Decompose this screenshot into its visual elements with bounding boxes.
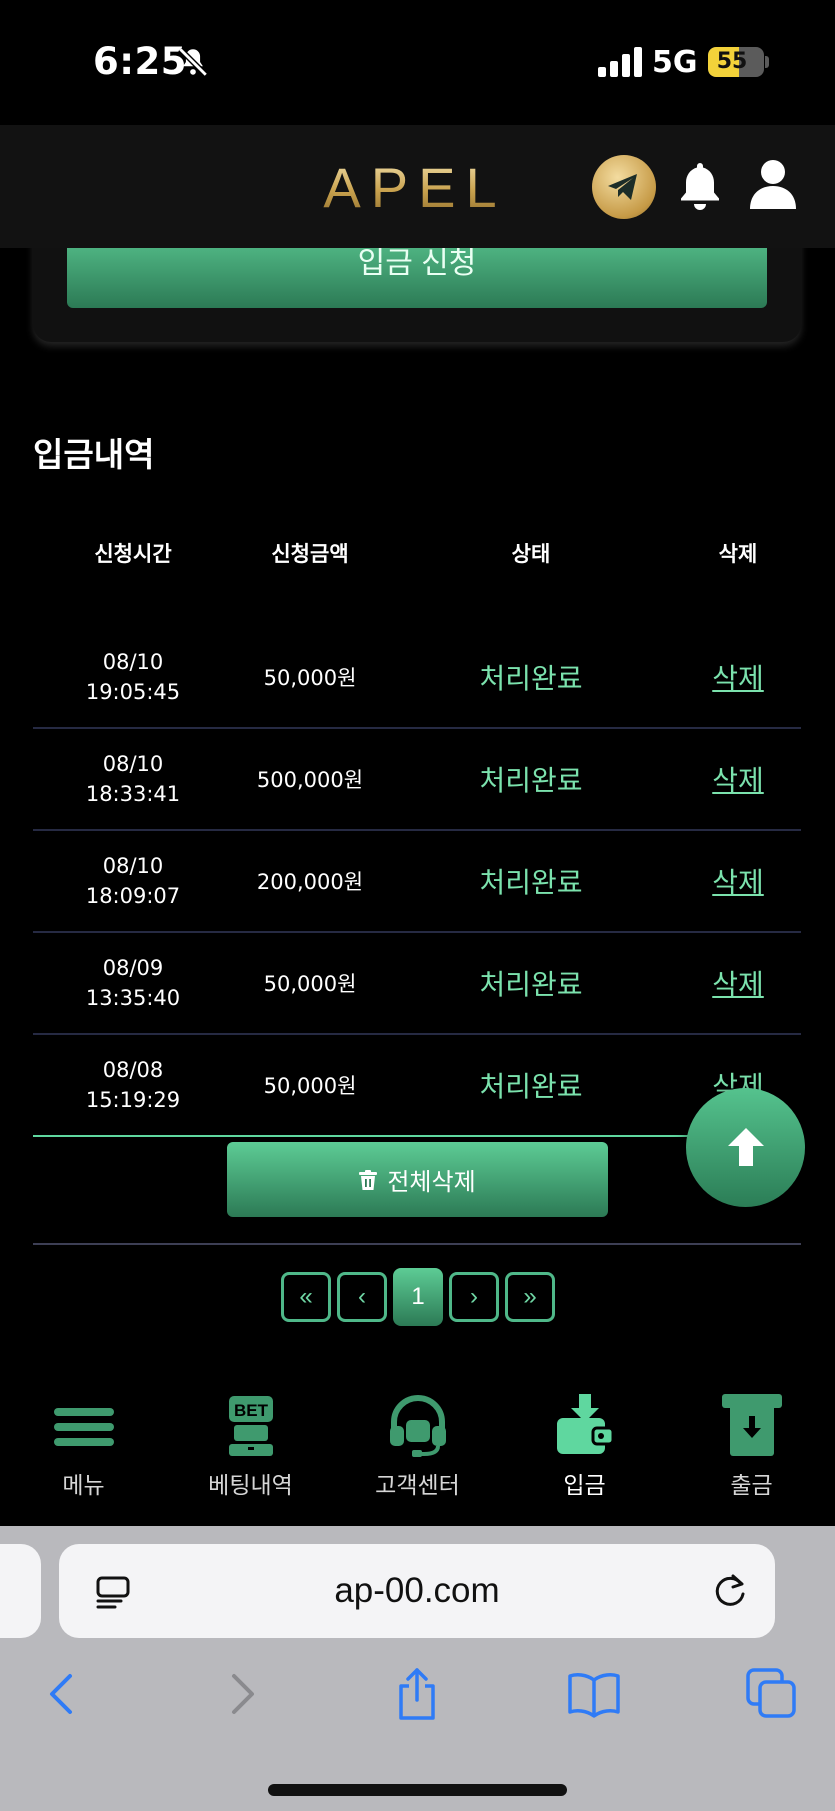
cell-time-text: 18:09:07 xyxy=(85,884,181,908)
cell-amount: 500,000원 xyxy=(256,768,364,792)
page-next-button[interactable]: › xyxy=(449,1272,499,1322)
status-bar: 6:25 5G 55 xyxy=(0,0,835,125)
cell-amount: 200,000원 xyxy=(256,870,364,894)
scroll-to-top-button[interactable] xyxy=(686,1088,805,1207)
forward-icon[interactable] xyxy=(214,1666,270,1722)
delete-link[interactable]: 삭제 xyxy=(675,861,801,901)
deposit-icon xyxy=(556,1394,614,1454)
battery-icon: 55 xyxy=(708,47,764,77)
bell-off-icon xyxy=(178,47,208,77)
nav-item-customer-center[interactable]: 고객센터 xyxy=(334,1378,501,1526)
network-label: 5G xyxy=(652,45,698,80)
delete-link[interactable]: 삭제 xyxy=(675,759,801,799)
telegram-button[interactable] xyxy=(592,155,656,219)
cell-time-text: 15:19:29 xyxy=(85,1088,181,1112)
nav-item-menu[interactable]: 메뉴 xyxy=(0,1378,167,1526)
battery-nub xyxy=(765,56,769,68)
table-row: 08/10 19:05:45 50,000원 처리완료 삭제 xyxy=(33,627,801,729)
cell-status: 처리완료 xyxy=(479,968,583,1001)
telegram-icon xyxy=(608,174,637,200)
svg-text:APEL: APEL xyxy=(323,156,506,215)
cell-amount: 50,000원 xyxy=(263,666,357,690)
cell-time: 08/10 19:05:45 xyxy=(33,647,233,707)
cell-amount: 50,000원 xyxy=(263,1074,357,1098)
nav-item-deposit[interactable]: 입금 xyxy=(501,1378,668,1526)
withdraw-icon xyxy=(721,1394,782,1456)
nav-label: 출금 xyxy=(730,1473,773,1499)
arrow-up-icon xyxy=(728,1128,764,1166)
bet-history-icon: BET xyxy=(228,1396,273,1456)
cell-status: 처리완료 xyxy=(479,1070,583,1103)
brand-logo[interactable]: APEL xyxy=(300,155,530,215)
cell-time-text: 18:33:41 xyxy=(85,782,181,806)
table-row: 08/09 13:35:40 50,000원 처리완료 삭제 xyxy=(33,933,801,1035)
user-profile-icon[interactable] xyxy=(748,159,798,211)
nav-label: 입금 xyxy=(563,1473,606,1499)
app-header: APEL xyxy=(0,125,835,248)
delete-link[interactable]: 삭제 xyxy=(675,963,801,1003)
signal-icon xyxy=(598,47,642,77)
nav-item-bet-history[interactable]: BET 베팅내역 xyxy=(167,1378,334,1526)
page-prev-button[interactable]: ‹ xyxy=(337,1272,387,1322)
cell-date-text: 08/10 xyxy=(102,650,164,674)
share-icon[interactable] xyxy=(389,1666,445,1722)
headset-icon xyxy=(389,1395,446,1457)
cell-time-text: 13:35:40 xyxy=(85,986,181,1010)
cell-date-text: 08/10 xyxy=(102,854,164,878)
browser-chrome: ap-00.com xyxy=(0,1526,835,1811)
table-body: 08/10 19:05:45 50,000원 처리완료 삭제 08/10 18:33… xyxy=(33,627,801,1137)
column-header-delete: 삭제 xyxy=(718,541,758,566)
page-current-button[interactable]: 1 xyxy=(393,1268,443,1326)
cell-status: 처리완료 xyxy=(479,866,583,899)
cell-status: 처리완료 xyxy=(479,662,583,695)
table-row: 08/10 18:33:41 500,000원 처리완료 삭제 xyxy=(33,729,801,831)
cell-time-text: 19:05:45 xyxy=(85,680,181,704)
column-header-time: 신청시간 xyxy=(94,541,172,566)
cell-date-text: 08/09 xyxy=(102,956,164,980)
trash-icon xyxy=(359,1169,378,1190)
tabs-icon[interactable] xyxy=(744,1666,800,1722)
table-row: 08/10 18:09:07 200,000원 처리완료 삭제 xyxy=(33,831,801,933)
page-last-button[interactable]: » xyxy=(505,1272,555,1322)
cell-status: 처리완료 xyxy=(479,764,583,797)
cell-time: 08/09 13:35:40 xyxy=(33,953,233,1013)
deposit-history-table: 신청시간 신청금액 상태 삭제 08/10 19:05:45 50,000원 처리… xyxy=(33,520,801,1137)
notification-bell-icon[interactable] xyxy=(677,161,723,211)
nav-label: 메뉴 xyxy=(62,1473,105,1499)
cell-date-text: 08/08 xyxy=(102,1058,164,1082)
bookmarks-icon[interactable] xyxy=(566,1666,622,1722)
section-title: 입금내역 xyxy=(33,435,155,474)
nav-item-withdraw[interactable]: 출금 xyxy=(668,1378,835,1526)
divider xyxy=(33,1243,801,1245)
url-bar[interactable]: ap-00.com xyxy=(59,1544,775,1638)
bottom-nav: 메뉴 BET 베팅내역 고객센터 입금 출금 xyxy=(0,1378,835,1526)
home-indicator xyxy=(268,1784,567,1796)
previous-tab-preview[interactable] xyxy=(0,1544,41,1638)
table-header: 신청시간 신청금액 상태 삭제 xyxy=(33,520,801,585)
menu-icon xyxy=(53,1408,114,1446)
cell-amount: 50,000원 xyxy=(263,972,357,996)
cell-time: 08/10 18:09:07 xyxy=(33,851,233,911)
battery-percent: 55 xyxy=(716,49,748,74)
status-time: 6:25 xyxy=(93,40,188,83)
cell-time: 08/10 18:33:41 xyxy=(33,749,233,809)
delete-link[interactable]: 삭제 xyxy=(675,657,801,697)
delete-all-button[interactable]: 전체삭제 xyxy=(227,1142,608,1217)
column-header-status: 상태 xyxy=(511,541,551,566)
cell-date-text: 08/10 xyxy=(102,752,164,776)
nav-label: 베팅내역 xyxy=(208,1473,293,1499)
svg-text:BET: BET xyxy=(234,1401,269,1420)
page-first-button[interactable]: « xyxy=(281,1272,331,1322)
cell-time: 08/08 15:19:29 xyxy=(33,1055,233,1115)
delete-all-label: 전체삭제 xyxy=(387,1169,476,1196)
table-row: 08/08 15:19:29 50,000원 처리완료 삭제 xyxy=(33,1035,801,1137)
reload-icon[interactable] xyxy=(711,1572,749,1610)
url-text: ap-00.com xyxy=(334,1571,500,1610)
browser-toolbar xyxy=(0,1666,835,1736)
pagination: « ‹ 1 › » xyxy=(281,1268,555,1326)
back-icon[interactable] xyxy=(34,1666,90,1722)
column-header-amount: 신청금액 xyxy=(271,541,349,566)
nav-label: 고객센터 xyxy=(375,1473,460,1499)
